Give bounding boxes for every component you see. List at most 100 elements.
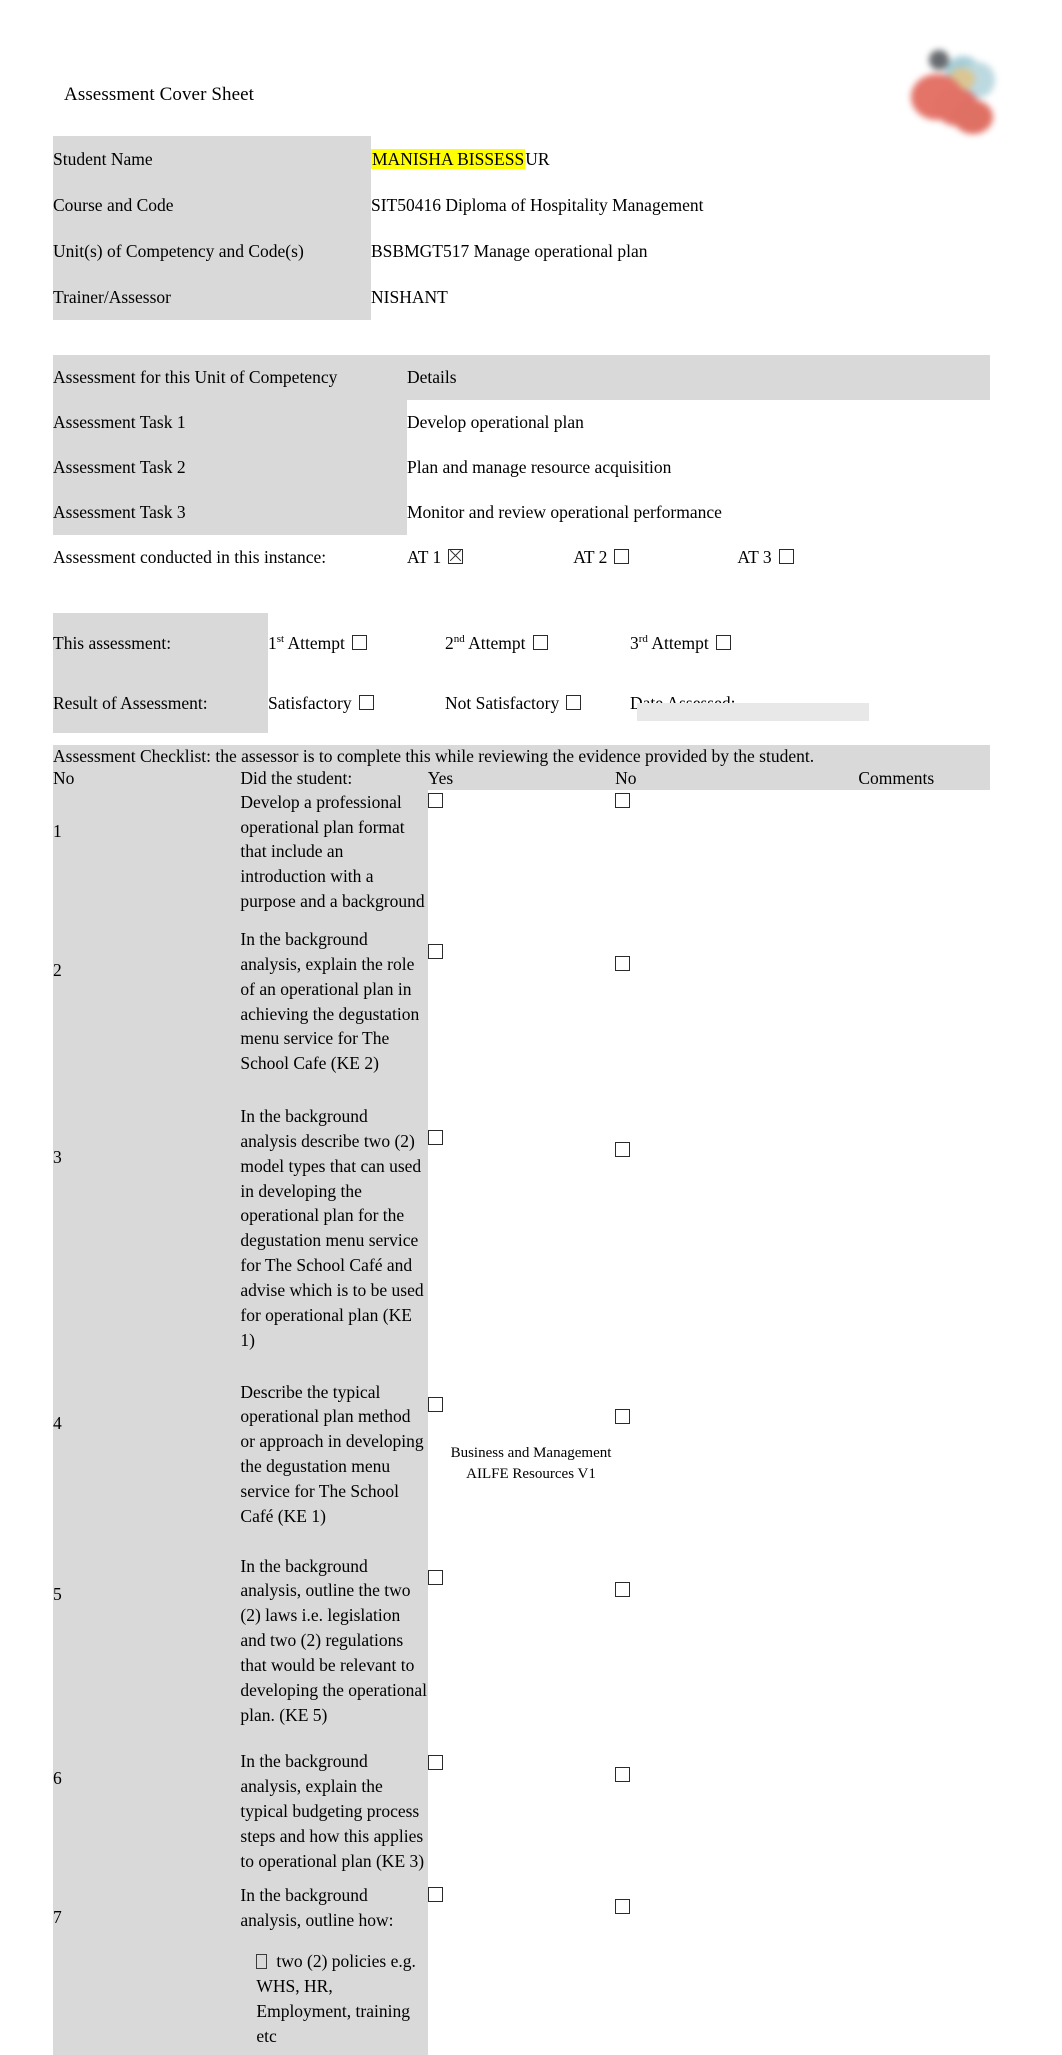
checklist-comment-cell[interactable] <box>802 1877 990 2055</box>
footer-line-1: Business and Management <box>450 1445 612 1461</box>
course-code-label: Course and Code <box>53 182 371 228</box>
checklist-row-number: 7 <box>53 1877 241 2055</box>
checklist-yes-checkbox[interactable] <box>427 792 443 808</box>
third-attempt-option[interactable]: 3rd Attempt <box>630 613 990 673</box>
checklist-no-checkbox[interactable] <box>615 1408 631 1424</box>
checklist-row-text: In the background analysis, outline the … <box>240 1542 428 1741</box>
checklist-yes-cell[interactable] <box>427 789 616 914</box>
document-page: Assessment Cover Sheet Student Name MANI… <box>0 0 1062 2055</box>
checklist-yes-checkbox[interactable] <box>427 1396 443 1412</box>
table-row: Student Name MANISHA BISSESSUR <box>53 136 875 182</box>
assessment-unit-header: Assessment for this Unit of Competency <box>53 355 407 400</box>
table-row: 5 In the background analysis, outline th… <box>53 1542 990 1741</box>
table-row: Assessment Task 1 Develop operational pl… <box>53 400 990 445</box>
checklist-comment-cell[interactable] <box>802 1542 990 1741</box>
column-header-no-answer: No <box>615 767 803 790</box>
checklist-yes-checkbox[interactable] <box>427 1886 443 1902</box>
at3-option[interactable]: AT 3 <box>737 546 794 568</box>
student-name-tail: UR <box>525 148 550 169</box>
assessment-task-1-detail: Develop operational plan <box>407 400 990 445</box>
checklist-row-number: 1 <box>53 789 241 914</box>
result-assessment-label: Result of Assessment: <box>53 673 268 733</box>
column-header-comments: Comments <box>802 767 990 790</box>
checklist-no-cell[interactable] <box>615 1877 803 2055</box>
checklist-row-text: In the background analysis, explain the … <box>240 914 428 1091</box>
checklist-banner: Assessment Checklist: the assessor is to… <box>53 745 990 768</box>
checklist-comment-cell[interactable] <box>802 789 990 914</box>
checklist-yes-checkbox[interactable] <box>427 1569 443 1585</box>
checklist-row-number: 3 <box>53 1090 241 1367</box>
this-assessment-label: This assessment: <box>53 613 268 673</box>
checklist-yes-cell[interactable] <box>427 1090 616 1367</box>
checklist-row-text-main: In the background analysis, outline how: <box>240 1884 394 1930</box>
student-name-value: MANISHA BISSESSUR <box>371 136 875 182</box>
table-row: 1 Develop a professional operational pla… <box>53 789 990 914</box>
checklist-row-number: 6 <box>53 1740 241 1878</box>
date-assessed-input[interactable] <box>637 703 869 721</box>
checklist-yes-cell[interactable] <box>427 1542 616 1741</box>
assessment-tasks-table: Assessment for this Unit of Competency D… <box>53 355 990 580</box>
assessment-conducted-label: Assessment conducted in this instance: <box>53 535 407 580</box>
checklist-yes-checkbox[interactable] <box>427 944 443 959</box>
checklist-no-checkbox[interactable] <box>615 1767 631 1783</box>
checklist-row-number: 5 <box>53 1542 241 1741</box>
checklist-no-cell[interactable] <box>615 1740 803 1878</box>
unit-competency-label: Unit(s) of Competency and Code(s) <box>53 228 371 274</box>
checklist-no-checkbox[interactable] <box>615 956 631 971</box>
checklist-no-checkbox[interactable] <box>615 1898 631 1914</box>
not-satisfactory-checkbox[interactable] <box>566 694 582 710</box>
checklist-row-number: 2 <box>53 914 241 1091</box>
satisfactory-checkbox[interactable] <box>358 694 374 710</box>
assessment-task-3-detail: Monitor and review operational performan… <box>407 490 990 535</box>
assessment-task-2-label: Assessment Task 2 <box>53 445 407 490</box>
first-attempt-checkbox[interactable] <box>351 634 367 650</box>
student-details-table: Student Name MANISHA BISSESSUR Course an… <box>53 136 875 320</box>
not-satisfactory-option[interactable]: Not Satisfactory <box>445 673 630 733</box>
checklist-yes-cell[interactable] <box>427 1740 616 1878</box>
third-attempt-checkbox[interactable] <box>715 634 731 650</box>
checklist-no-cell[interactable] <box>615 914 803 1091</box>
table-row: This assessment: 1st Attempt 2nd Attempt… <box>53 613 990 673</box>
at2-checkbox[interactable] <box>614 549 630 565</box>
checklist-no-checkbox[interactable] <box>615 1581 631 1597</box>
checklist-comment-cell[interactable] <box>802 1090 990 1367</box>
at3-checkbox[interactable] <box>778 549 794 565</box>
checklist-no-cell[interactable] <box>615 789 803 914</box>
details-header: Details <box>407 355 990 400</box>
checklist-yes-checkbox[interactable] <box>427 1130 443 1146</box>
table-row: Unit(s) of Competency and Code(s) BSBMGT… <box>53 228 875 274</box>
table-row: Assessment conducted in this instance: A… <box>53 535 990 580</box>
checklist-yes-cell[interactable] <box>427 914 616 1091</box>
at1-option[interactable]: AT 1 <box>407 546 464 568</box>
checklist-banner-row: Assessment Checklist: the assessor is to… <box>53 745 990 768</box>
assessment-checklist-table: Assessment Checklist: the assessor is to… <box>53 745 990 2055</box>
table-row: 3 In the background analysis describe tw… <box>53 1090 990 1367</box>
first-attempt-option[interactable]: 1st Attempt <box>268 613 445 673</box>
checklist-no-cell[interactable] <box>615 1542 803 1741</box>
at1-checkbox[interactable] <box>448 549 464 565</box>
page-footer: Business and Management AILFE Resources … <box>0 1443 1062 1484</box>
student-name-highlight: MANISHA BISSESS <box>371 148 526 169</box>
course-code-value: SIT50416 Diploma of Hospitality Manageme… <box>371 182 875 228</box>
checklist-no-checkbox[interactable] <box>615 1142 631 1158</box>
bullet-glyph-icon <box>256 1954 268 1970</box>
at2-option[interactable]: AT 2 <box>573 546 630 568</box>
page-title: Assessment Cover Sheet <box>64 84 255 105</box>
checklist-row-bullet: two (2) policies e.g. WHS, HR, Employmen… <box>240 1949 427 2048</box>
checklist-no-cell[interactable] <box>615 1090 803 1367</box>
table-header-row: Assessment for this Unit of Competency D… <box>53 355 990 400</box>
checklist-yes-cell[interactable] <box>427 1877 616 2055</box>
checklist-no-checkbox[interactable] <box>615 792 631 808</box>
second-attempt-option[interactable]: 2nd Attempt <box>445 613 630 673</box>
checklist-row-text: Develop a professional operational plan … <box>240 789 428 914</box>
checklist-yes-checkbox[interactable] <box>427 1755 443 1771</box>
unit-competency-value: BSBMGT517 Manage operational plan <box>371 228 875 274</box>
satisfactory-option[interactable]: Satisfactory <box>268 673 445 733</box>
checklist-row-text: In the background analysis, explain the … <box>240 1740 428 1878</box>
checklist-comment-cell[interactable] <box>802 914 990 1091</box>
second-attempt-checkbox[interactable] <box>532 634 548 650</box>
checklist-comment-cell[interactable] <box>802 1740 990 1878</box>
table-row: Assessment Task 2 Plan and manage resour… <box>53 445 990 490</box>
checklist-row-bullet-text: two (2) policies e.g. WHS, HR, Employmen… <box>256 1951 416 2046</box>
checklist-header-row: No Did the student: Yes No Comments <box>53 767 990 790</box>
